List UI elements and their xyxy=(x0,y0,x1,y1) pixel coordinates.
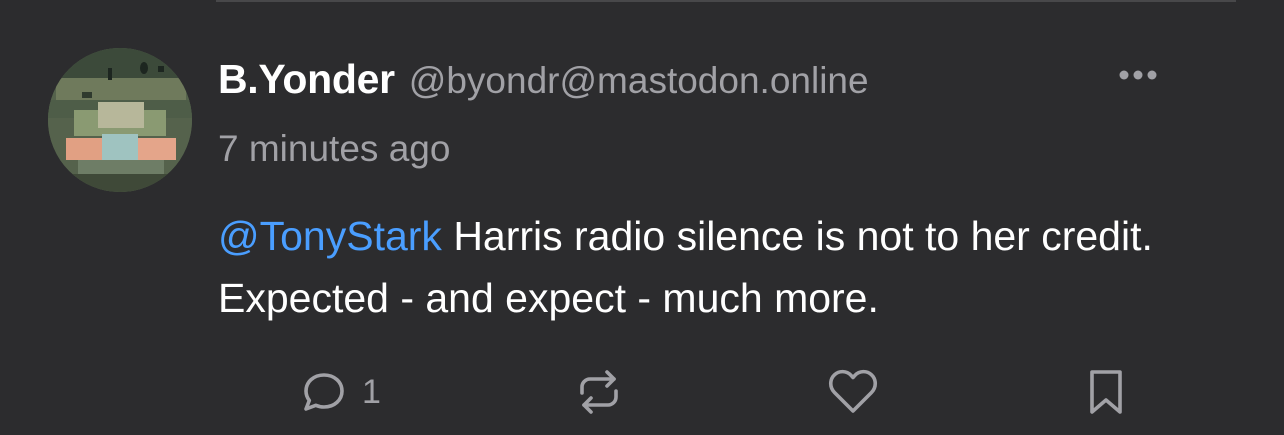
post-header: B.Yonder @byondr@mastodon.online xyxy=(218,56,869,110)
favourite-button[interactable] xyxy=(826,360,880,424)
bookmark-button[interactable] xyxy=(1086,360,1126,424)
avatar[interactable] xyxy=(48,48,192,192)
heart-icon xyxy=(828,369,878,413)
author-display-name[interactable]: B.Yonder xyxy=(218,56,395,103)
post-timestamp[interactable]: 7 minutes ago xyxy=(218,128,450,170)
bookmark-icon xyxy=(1090,370,1122,414)
mention-link[interactable]: @TonyStark xyxy=(218,213,442,259)
author-handle[interactable]: @byondr@mastodon.online xyxy=(409,60,869,102)
post-actions: 1 xyxy=(0,360,1284,424)
post-content: @TonyStark Harris radio silence is not t… xyxy=(218,205,1238,329)
more-options-button[interactable] xyxy=(1112,62,1164,88)
ellipsis-icon xyxy=(1119,70,1157,80)
post-item[interactable]: B.Yonder @byondr@mastodon.online 7 minut… xyxy=(0,0,1284,435)
avatar-image xyxy=(48,48,192,192)
reply-count: 1 xyxy=(362,372,381,411)
boost-button[interactable] xyxy=(574,360,624,424)
reply-button[interactable]: 1 xyxy=(300,360,381,424)
repeat-arrows-icon xyxy=(580,370,618,414)
speech-bubble-icon xyxy=(304,373,344,411)
